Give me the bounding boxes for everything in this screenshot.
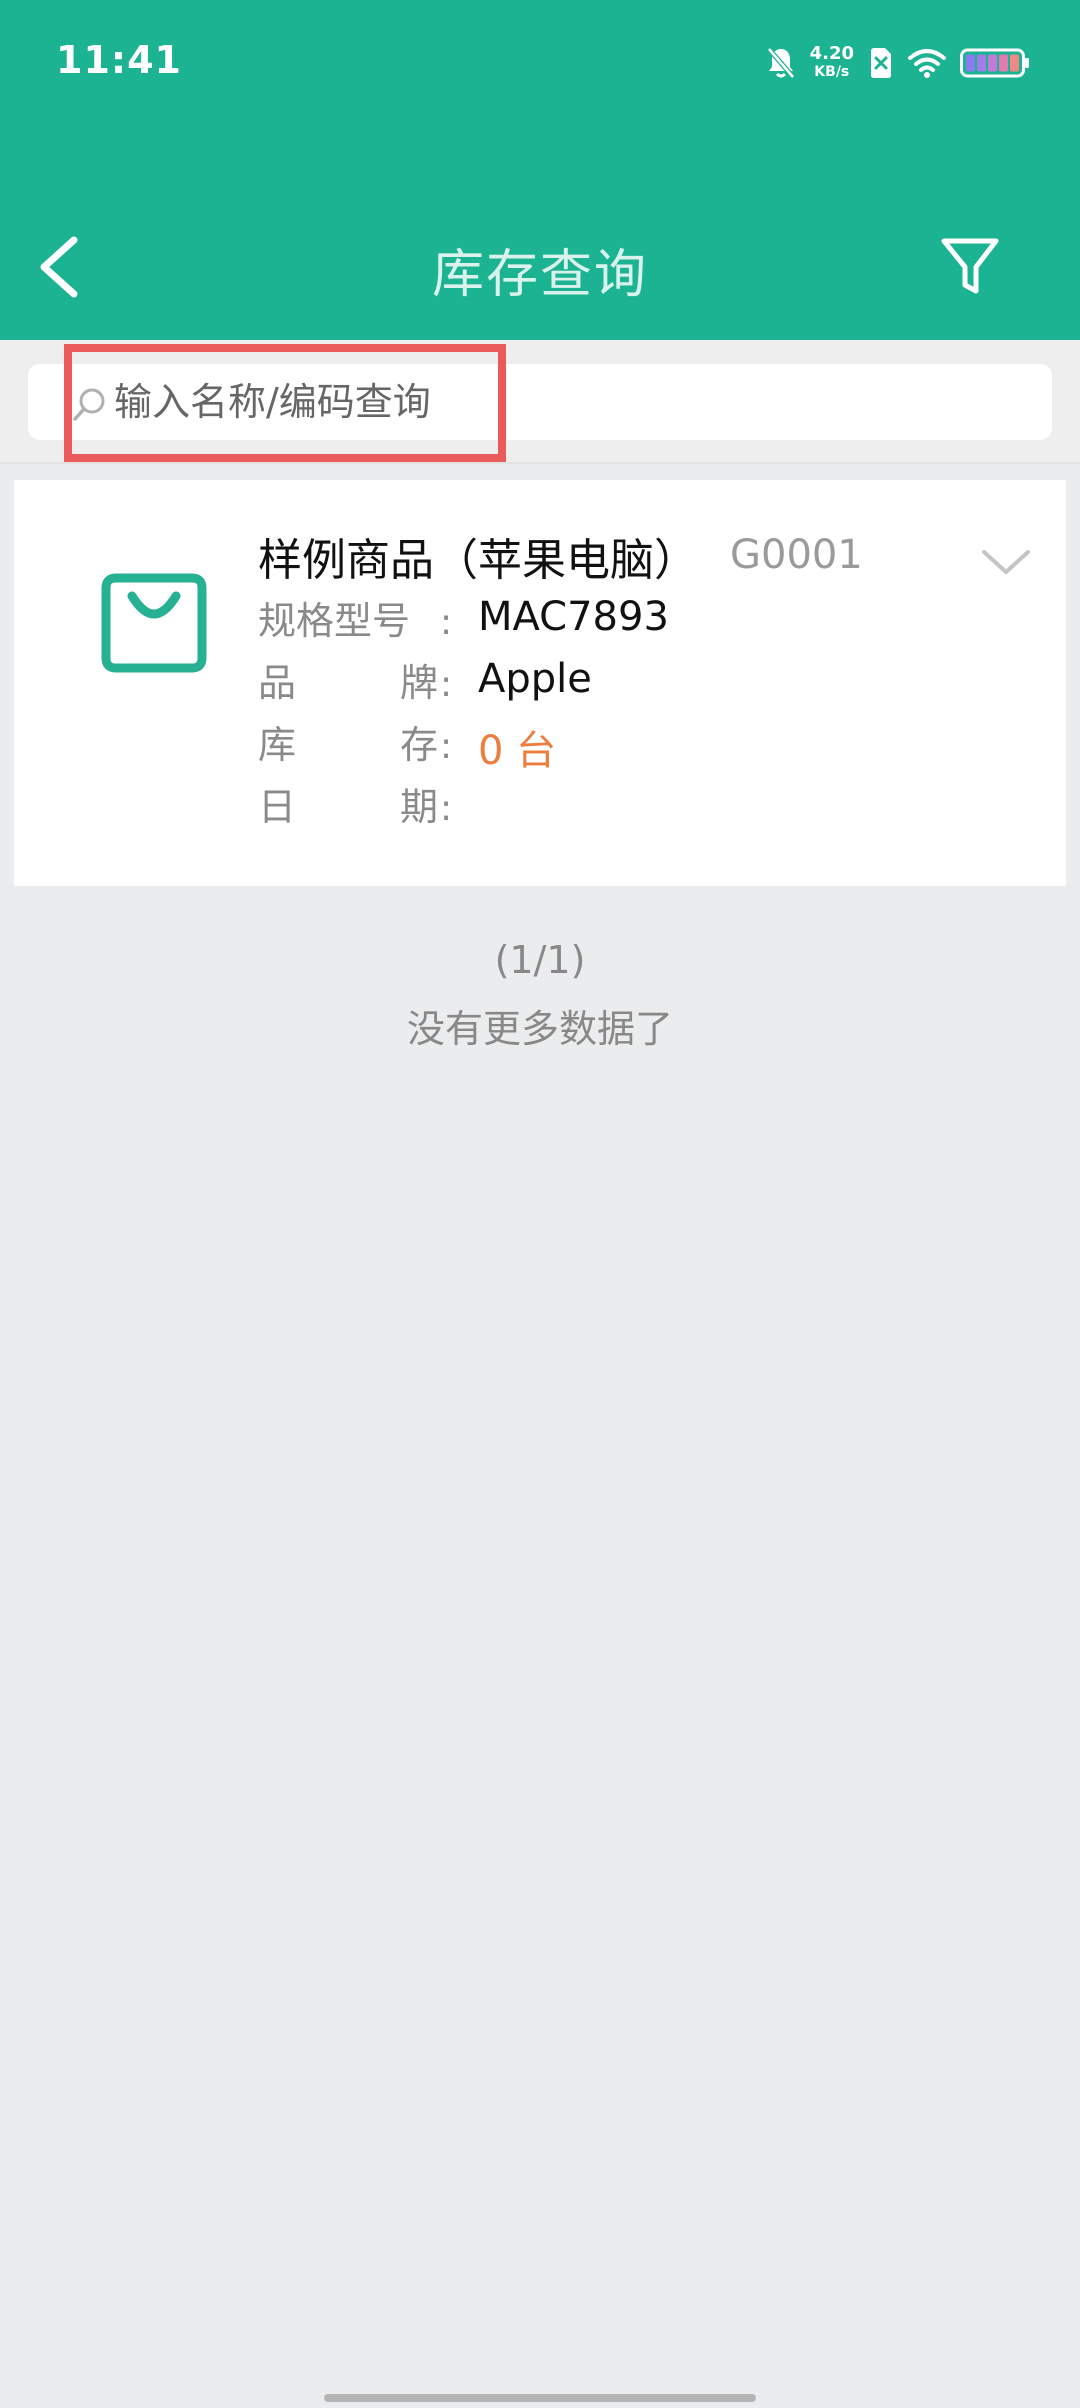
status-time: 11:41 xyxy=(56,38,182,82)
field-brand: 品牌 : Apple xyxy=(258,652,1038,708)
filter-icon xyxy=(941,238,999,294)
field-spec-model: 规格型号 : MAC7893 xyxy=(258,590,1038,646)
expand-button[interactable] xyxy=(978,544,1034,580)
search-box[interactable] xyxy=(28,364,1052,440)
page-info: (1/1) xyxy=(494,938,586,982)
field-colon: : xyxy=(440,602,453,643)
field-colon: : xyxy=(440,726,453,767)
page-title: 库存查询 xyxy=(431,245,648,305)
shopping-bag-icon xyxy=(101,573,207,673)
net-speed: 4.20 KB/s xyxy=(810,45,854,81)
status-icons: 4.20 KB/s xyxy=(766,40,1030,86)
battery-icon xyxy=(960,48,1029,78)
product-name: 样例商品（苹果电脑） xyxy=(258,535,698,586)
product-code: G0001 xyxy=(730,532,863,578)
field-label-char: 库 xyxy=(258,723,297,767)
sim-off-icon xyxy=(871,48,891,78)
field-stock: 库存 : 0 台 xyxy=(258,714,1038,774)
net-speed-value: 4.20 xyxy=(809,43,854,64)
field-label-stock: 库存 xyxy=(258,714,438,769)
chevron-down-icon xyxy=(982,550,1030,574)
net-speed-unit: KB/s xyxy=(814,64,850,80)
field-label-brand: 品牌 xyxy=(258,652,438,707)
field-label-char: 期 xyxy=(399,785,438,829)
field-label-char: 日 xyxy=(258,785,297,829)
search-icon xyxy=(73,388,105,421)
field-value-brand: Apple xyxy=(478,656,592,702)
mute-bell-icon xyxy=(766,47,795,79)
product-card[interactable]: 样例商品（苹果电脑） G0001 规格型号 : MAC7893 品牌 : App… xyxy=(14,480,1066,886)
field-label-date: 日期 xyxy=(258,776,438,831)
home-indicator[interactable] xyxy=(324,2394,756,2402)
field-value-stock: 0 台 xyxy=(478,728,557,774)
field-label-char: 存 xyxy=(399,723,438,767)
field-value-spec-model: MAC7893 xyxy=(478,594,669,640)
field-date: 日期 : xyxy=(258,776,1038,832)
field-label-char: 牌 xyxy=(399,661,438,705)
field-label-text: 规格型号 xyxy=(258,599,411,643)
filter-button[interactable] xyxy=(940,236,1000,298)
field-label-spec-model: 规格型号 xyxy=(258,590,438,645)
search-bar xyxy=(0,340,1080,464)
field-colon: : xyxy=(440,664,453,705)
field-colon: : xyxy=(440,788,453,829)
wifi-icon xyxy=(908,49,946,78)
no-more-data-text: 没有更多数据了 xyxy=(406,1007,673,1051)
field-label-char: 品 xyxy=(258,661,297,705)
search-input[interactable] xyxy=(114,364,1014,440)
app-header: 11:41 4.20 KB/s 库存查询 xyxy=(0,0,1080,340)
